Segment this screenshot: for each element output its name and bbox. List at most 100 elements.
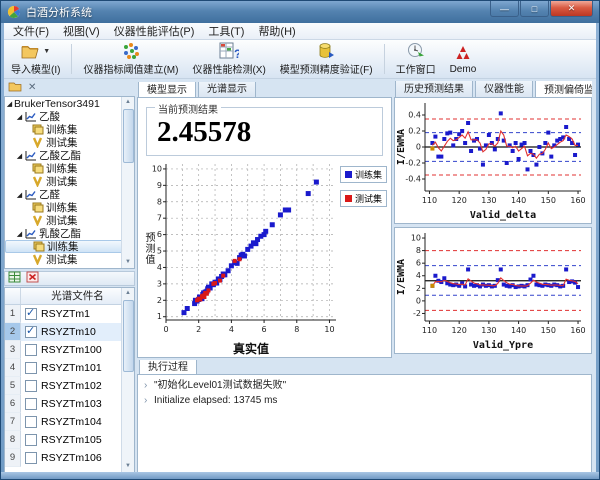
scroll-thumb[interactable] <box>123 109 134 163</box>
tree-scrollbar[interactable]: ▲▼ <box>121 97 134 268</box>
file-row[interactable]: 9RSYZTm106 <box>5 449 134 467</box>
file-cell: RSYZTm100 <box>21 341 134 359</box>
svg-text:140: 140 <box>511 326 526 335</box>
expander-icon[interactable]: ◢ <box>15 113 24 121</box>
file-checkbox[interactable] <box>25 326 37 338</box>
file-checkbox[interactable] <box>25 452 37 464</box>
current-result-groupbox: 当前预测结果 2.45578 <box>146 107 383 156</box>
file-name-column-header: 光谱文件名 <box>21 288 134 304</box>
scroll-down-icon[interactable]: ▼ <box>122 257 134 268</box>
file-table-scrollbar[interactable]: ▲▼ <box>121 288 134 472</box>
file-checkbox[interactable] <box>25 362 37 374</box>
toolbar-button-label: 导入模型(I) <box>11 61 60 76</box>
svg-text:8: 8 <box>294 325 299 334</box>
scroll-up-icon[interactable]: ▲ <box>122 288 134 299</box>
open-folder-icon[interactable] <box>8 79 22 97</box>
menu-item-3[interactable]: 工具(T) <box>201 22 251 40</box>
tab-center-0[interactable]: 模型显示 <box>138 82 196 97</box>
log-text: Initialize elapsed: 13745 ms <box>154 393 277 408</box>
spectrum-table-icon[interactable] <box>8 270 21 288</box>
file-checkbox[interactable] <box>25 434 37 446</box>
scroll-up-icon[interactable]: ▲ <box>122 97 134 108</box>
file-cell: RSYZTm106 <box>21 449 134 467</box>
expander-icon[interactable]: ◢ <box>5 100 14 108</box>
current-result-title: 当前预测结果 <box>155 101 221 116</box>
row-number: 6 <box>5 395 21 413</box>
model-icon <box>24 111 37 122</box>
demo-button[interactable]: Demo <box>443 41 484 77</box>
file-row[interactable]: 1RSYZTm1 <box>5 305 134 323</box>
center-tabbar: 模型显示光谱显示 <box>138 82 392 97</box>
tab-right-2[interactable]: 预测偏倚监测 <box>535 81 592 97</box>
tree-item-label: 测试集 <box>46 252 78 267</box>
file-name: RSYZTm106 <box>41 452 102 464</box>
model-icon <box>24 189 37 200</box>
menu-item-0[interactable]: 文件(F) <box>6 22 56 40</box>
scroll-thumb[interactable] <box>123 300 134 372</box>
file-checkbox[interactable] <box>25 308 37 320</box>
svg-text:110: 110 <box>422 196 437 205</box>
window-frame <box>596 23 599 479</box>
remove-file-icon[interactable] <box>26 270 39 288</box>
work-window-button[interactable]: 工作窗口 <box>389 41 443 77</box>
menu-item-2[interactable]: 仪器性能评估(P) <box>107 22 202 40</box>
menu-item-1[interactable]: 视图(V) <box>56 22 107 40</box>
svg-text:7: 7 <box>157 214 162 223</box>
check-sheet-button[interactable]: ?仪器性能检测(X) <box>185 41 272 77</box>
maximize-button[interactable]: □ <box>520 1 549 17</box>
svg-text:4: 4 <box>157 263 162 272</box>
delete-icon[interactable]: ✕ <box>28 82 36 93</box>
delta-control-chart: 110120130140150160-0.4-0.200.20.4Valid_d… <box>395 98 589 221</box>
file-row[interactable]: 5 RSYZTm102 <box>5 377 134 395</box>
row-number: 5 <box>5 377 21 395</box>
svg-text:0: 0 <box>416 143 421 152</box>
scroll-down-icon[interactable]: ▼ <box>122 461 134 472</box>
scatter-dots-button[interactable]: 仪器指标阈值建立(M) <box>76 41 185 77</box>
svg-text:130: 130 <box>481 326 496 335</box>
window-frame <box>1 23 4 479</box>
file-checkbox[interactable] <box>25 344 37 356</box>
right-tabbar: 历史预测结果仪器性能预测偏倚监测模型参数监测 <box>395 81 592 97</box>
file-checkbox[interactable] <box>25 380 37 392</box>
scatter-legend: 训练集 测试集 <box>340 166 387 207</box>
file-row[interactable]: 8RSYZTm105 <box>5 431 134 449</box>
tab-right-0[interactable]: 历史预测结果 <box>395 81 473 97</box>
train-set-icon <box>32 241 45 252</box>
svg-text:6: 6 <box>416 259 421 268</box>
expander-icon[interactable]: ◢ <box>15 230 24 238</box>
tree-item[interactable]: 测试集 <box>5 175 134 188</box>
expander-icon[interactable]: ◢ <box>15 191 24 199</box>
database-verify-button[interactable]: 模型预测精度验证(F) <box>273 41 380 77</box>
row-number-header <box>5 288 21 304</box>
tab-center-1[interactable]: 光谱显示 <box>198 82 256 97</box>
file-row[interactable]: 7RSYZTm104 <box>5 413 134 431</box>
dropdown-arrow-icon[interactable]: ▼ <box>43 48 50 55</box>
test-color-swatch <box>345 195 352 202</box>
close-button[interactable]: ✕ <box>550 1 593 17</box>
tree-root[interactable]: ◢BrukerTensor3491 <box>5 97 134 110</box>
svg-text:0: 0 <box>416 296 421 305</box>
row-number: 1 <box>5 305 21 323</box>
train-set-icon <box>31 202 44 213</box>
file-row[interactable]: 2RSYZTm10 <box>5 323 134 341</box>
open-folder-button[interactable]: ▼ 导入模型(I) <box>4 41 67 77</box>
svg-text:160: 160 <box>570 326 585 335</box>
tab-exec-process[interactable]: 执行过程 <box>139 360 197 374</box>
file-checkbox[interactable] <box>25 398 37 410</box>
tree-item[interactable]: 测试集 <box>5 253 134 266</box>
file-cell: RSYZTm101 <box>21 359 134 377</box>
file-name: RSYZTm102 <box>41 380 102 392</box>
menu-bar: 文件(F)视图(V)仪器性能评估(P)工具(T)帮助(H) <box>2 23 600 40</box>
main-toolbar: ▼ 导入模型(I) 仪器指标阈值建立(M)?仪器性能检测(X)模型预测精度验证(F)… <box>2 40 600 79</box>
model-icon <box>24 150 37 161</box>
file-row[interactable]: 6RSYZTm103 <box>5 395 134 413</box>
file-row[interactable]: 4RSYZTm101 <box>5 359 134 377</box>
svg-text:140: 140 <box>511 196 526 205</box>
minimize-button[interactable]: — <box>490 1 519 17</box>
menu-item-4[interactable]: 帮助(H) <box>251 22 302 40</box>
svg-text:150: 150 <box>541 196 556 205</box>
file-checkbox[interactable] <box>25 416 37 428</box>
expander-icon[interactable]: ◢ <box>15 152 24 160</box>
tab-right-1[interactable]: 仪器性能 <box>475 81 533 97</box>
file-row[interactable]: 3RSYZTm100 <box>5 341 134 359</box>
